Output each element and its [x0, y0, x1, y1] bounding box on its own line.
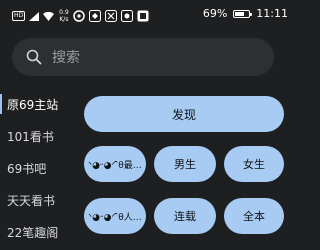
status-left: HD 0.9 K/s — [12, 6, 149, 25]
category-button[interactable]: ᐠ◕ᵕ◕ᐟ ̑̑θ最… — [84, 146, 146, 182]
search-placeholder: 搜索 — [52, 50, 80, 66]
sidebar-item-69shuba[interactable]: 69书吧 — [0, 152, 72, 184]
app-notification-icon — [104, 9, 117, 22]
sidebar-item-label: 22笔趣阁 — [7, 225, 59, 240]
battery-icon — [233, 9, 253, 18]
search-bar[interactable]: 搜索 — [12, 38, 274, 76]
weibo-icon — [72, 9, 85, 22]
sidebar-item-yuan69[interactable]: 原69主站 — [0, 88, 72, 120]
sidebar-item-label: 69书吧 — [7, 161, 47, 176]
sidebar-item-101kanshu[interactable]: 101看书 — [0, 120, 72, 152]
search-icon — [26, 49, 42, 65]
source-sidebar: 原69主站 101看书 69书吧 天天看书 22笔趣阁 — [0, 88, 72, 248]
status-right: 69% 11:11 — [203, 7, 288, 20]
battery-percent: 69% — [202, 7, 228, 20]
category-button[interactable]: ᐠ◕ᵕ◕ᐟ ̑̑θ人… — [84, 198, 146, 234]
signal-icon — [29, 6, 40, 25]
hd-badge: HD — [12, 10, 26, 21]
serial-button[interactable]: 连载 — [154, 198, 216, 234]
wifi-icon — [43, 6, 55, 25]
clock: 11:11 — [256, 7, 288, 20]
sidebar-item-label: 天天看书 — [7, 193, 56, 208]
sidebar-item-label: 原69主站 — [7, 97, 59, 112]
status-bar: HD 0.9 K/s 69% 11:11 — [0, 0, 300, 28]
sidebar-item-label: 101看书 — [7, 129, 54, 144]
complete-button[interactable]: 全本 — [224, 198, 284, 234]
app-notification-icon — [137, 10, 149, 22]
female-button[interactable]: 女生 — [224, 146, 284, 182]
male-button[interactable]: 男生 — [154, 146, 216, 182]
app-notification-icon — [88, 9, 101, 22]
app-notification-icon — [120, 9, 133, 22]
network-speed: 0.9 K/s — [59, 8, 69, 23]
discover-button[interactable]: 发现 — [84, 96, 284, 132]
sidebar-item-22biquge[interactable]: 22笔趣阁 — [0, 216, 72, 248]
sidebar-item-tiantian[interactable]: 天天看书 — [0, 184, 72, 216]
